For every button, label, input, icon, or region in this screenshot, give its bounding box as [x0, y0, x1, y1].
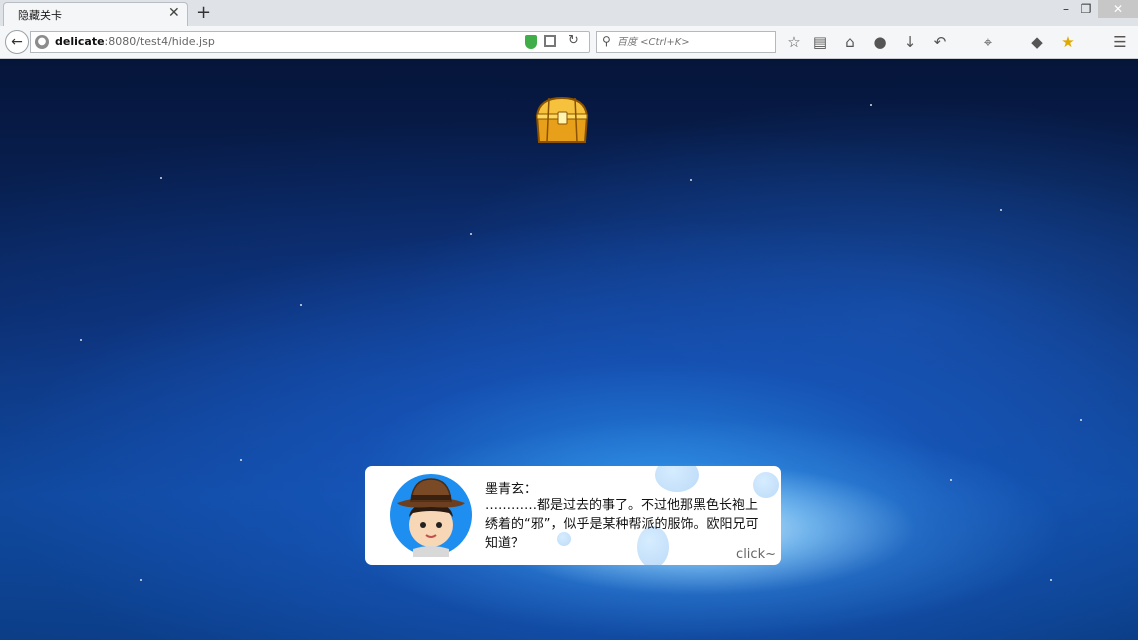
navigation-toolbar: ← ● delicate:8080/test4/hide.jsp ↻ ⚲ ☆ ▤… — [0, 26, 1138, 59]
star — [870, 104, 872, 106]
dialog-box[interactable]: 墨青玄： …………都是过去的事了。不过他那黑色长袍上绣着的“邪”，似乎是某种帮派… — [365, 466, 781, 565]
tab-close-icon[interactable]: ✕ — [168, 5, 180, 21]
tab-active[interactable]: 隐藏关卡 ✕ — [3, 2, 188, 26]
speech-bubble-icon[interactable]: ◆ — [1027, 32, 1047, 52]
continue-hint[interactable]: click~ — [736, 547, 776, 562]
extension-icon[interactable]: ★ — [1058, 32, 1078, 52]
dialog-text: …………都是过去的事了。不过他那黑色长袍上绣着的“邪”，似乎是某种帮派的服饰。欧… — [485, 498, 759, 551]
star — [160, 177, 162, 179]
undo-icon[interactable]: ↶ — [930, 32, 950, 52]
crop-icon[interactable]: ⌖ — [978, 32, 998, 52]
star — [240, 459, 242, 461]
star — [470, 233, 472, 235]
menu-icon[interactable]: ☰ — [1110, 32, 1130, 52]
star — [300, 304, 302, 306]
star — [690, 179, 692, 181]
reading-list-icon[interactable]: ▤ — [810, 32, 830, 52]
search-input[interactable] — [617, 34, 767, 50]
download-icon[interactable]: ↓ — [900, 32, 920, 52]
url-text[interactable]: delicate:8080/test4/hide.jsp — [55, 35, 215, 48]
star — [1080, 419, 1082, 421]
character-avatar — [390, 474, 472, 557]
home-icon[interactable]: ⌂ — [840, 32, 860, 52]
new-tab-button[interactable]: + — [196, 2, 211, 23]
site-info-icon[interactable]: ● — [35, 35, 49, 49]
url-path: :8080/test4/hide.jsp — [104, 35, 215, 48]
star — [950, 479, 952, 481]
bubble-decoration — [753, 472, 779, 498]
reload-icon[interactable]: ↻ — [568, 33, 579, 48]
minimize-button[interactable]: – — [1056, 0, 1076, 18]
restore-button[interactable]: ❐ — [1076, 0, 1096, 18]
bubble-decoration — [655, 466, 699, 492]
search-icon: ⚲ — [602, 34, 611, 48]
back-icon[interactable]: ← — [5, 30, 29, 54]
tab-title: 隐藏关卡 — [18, 9, 62, 22]
star — [1050, 579, 1052, 581]
search-box[interactable]: ⚲ — [596, 31, 776, 53]
speaker-name: 墨青玄： — [485, 482, 538, 497]
chat-icon[interactable]: ● — [870, 32, 890, 52]
tab-strip: 隐藏关卡 ✕ + – ❐ ✕ — [0, 0, 1138, 26]
shield-icon[interactable] — [525, 35, 537, 49]
close-window-button[interactable]: ✕ — [1098, 0, 1138, 18]
star — [140, 579, 142, 581]
game-viewport: 墨青玄： …………都是过去的事了。不过他那黑色长袍上绣着的“邪”，似乎是某种帮派… — [0, 59, 1138, 640]
bookmark-star-icon[interactable]: ☆ — [784, 32, 804, 52]
qr-code-icon[interactable] — [544, 35, 556, 47]
url-host: delicate — [55, 35, 105, 48]
star — [1000, 209, 1002, 211]
address-bar[interactable]: ● delicate:8080/test4/hide.jsp ↻ — [30, 31, 590, 53]
star — [80, 339, 82, 341]
treasure-chest-icon[interactable] — [533, 94, 591, 146]
